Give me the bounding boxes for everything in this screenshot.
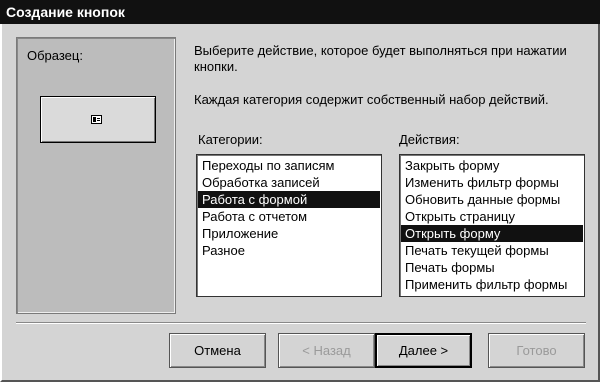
category-item-selected[interactable]: Работа с формой	[198, 191, 380, 208]
instruction-text: Выберите действие, которое будет выполня…	[194, 43, 567, 74]
action-item[interactable]: Открыть страницу	[401, 208, 583, 225]
form-icon	[91, 115, 102, 124]
action-item-selected[interactable]: Открыть форму	[401, 225, 583, 242]
action-item[interactable]: Применить фильтр формы	[401, 276, 583, 293]
next-button[interactable]: Далее >	[375, 333, 472, 368]
actions-label: Действия:	[399, 132, 460, 147]
action-item[interactable]: Печать текущей формы	[401, 242, 583, 259]
category-item[interactable]: Переходы по записям	[198, 157, 380, 174]
category-item[interactable]: Обработка записей	[198, 174, 380, 191]
cancel-button[interactable]: Отмена	[169, 333, 266, 368]
action-item[interactable]: Закрыть форму	[401, 157, 583, 174]
action-item[interactable]: Печать формы	[401, 259, 583, 276]
category-item[interactable]: Приложение	[198, 225, 380, 242]
sample-label: Образец:	[27, 48, 83, 63]
categories-label: Категории:	[198, 132, 263, 147]
separator-line	[16, 322, 586, 324]
sample-panel: Образец:	[16, 37, 176, 314]
sample-button-preview	[40, 96, 156, 143]
window-title: Создание кнопок	[0, 0, 600, 24]
back-button[interactable]: < Назад	[278, 333, 375, 368]
action-item[interactable]: Изменить фильтр формы	[401, 174, 583, 191]
finish-button[interactable]: Готово	[488, 333, 585, 368]
action-item[interactable]: Обновить данные формы	[401, 191, 583, 208]
category-item[interactable]: Работа с отчетом	[198, 208, 380, 225]
category-item[interactable]: Разное	[198, 242, 380, 259]
dialog-window: Образец: Выберите действие, которое буде…	[0, 24, 600, 382]
categories-listbox[interactable]: Переходы по записям Обработка записей Ра…	[196, 154, 382, 297]
category-note-text: Каждая категория содержит собственный на…	[194, 92, 549, 107]
actions-listbox[interactable]: Закрыть форму Изменить фильтр формы Обно…	[399, 154, 585, 297]
